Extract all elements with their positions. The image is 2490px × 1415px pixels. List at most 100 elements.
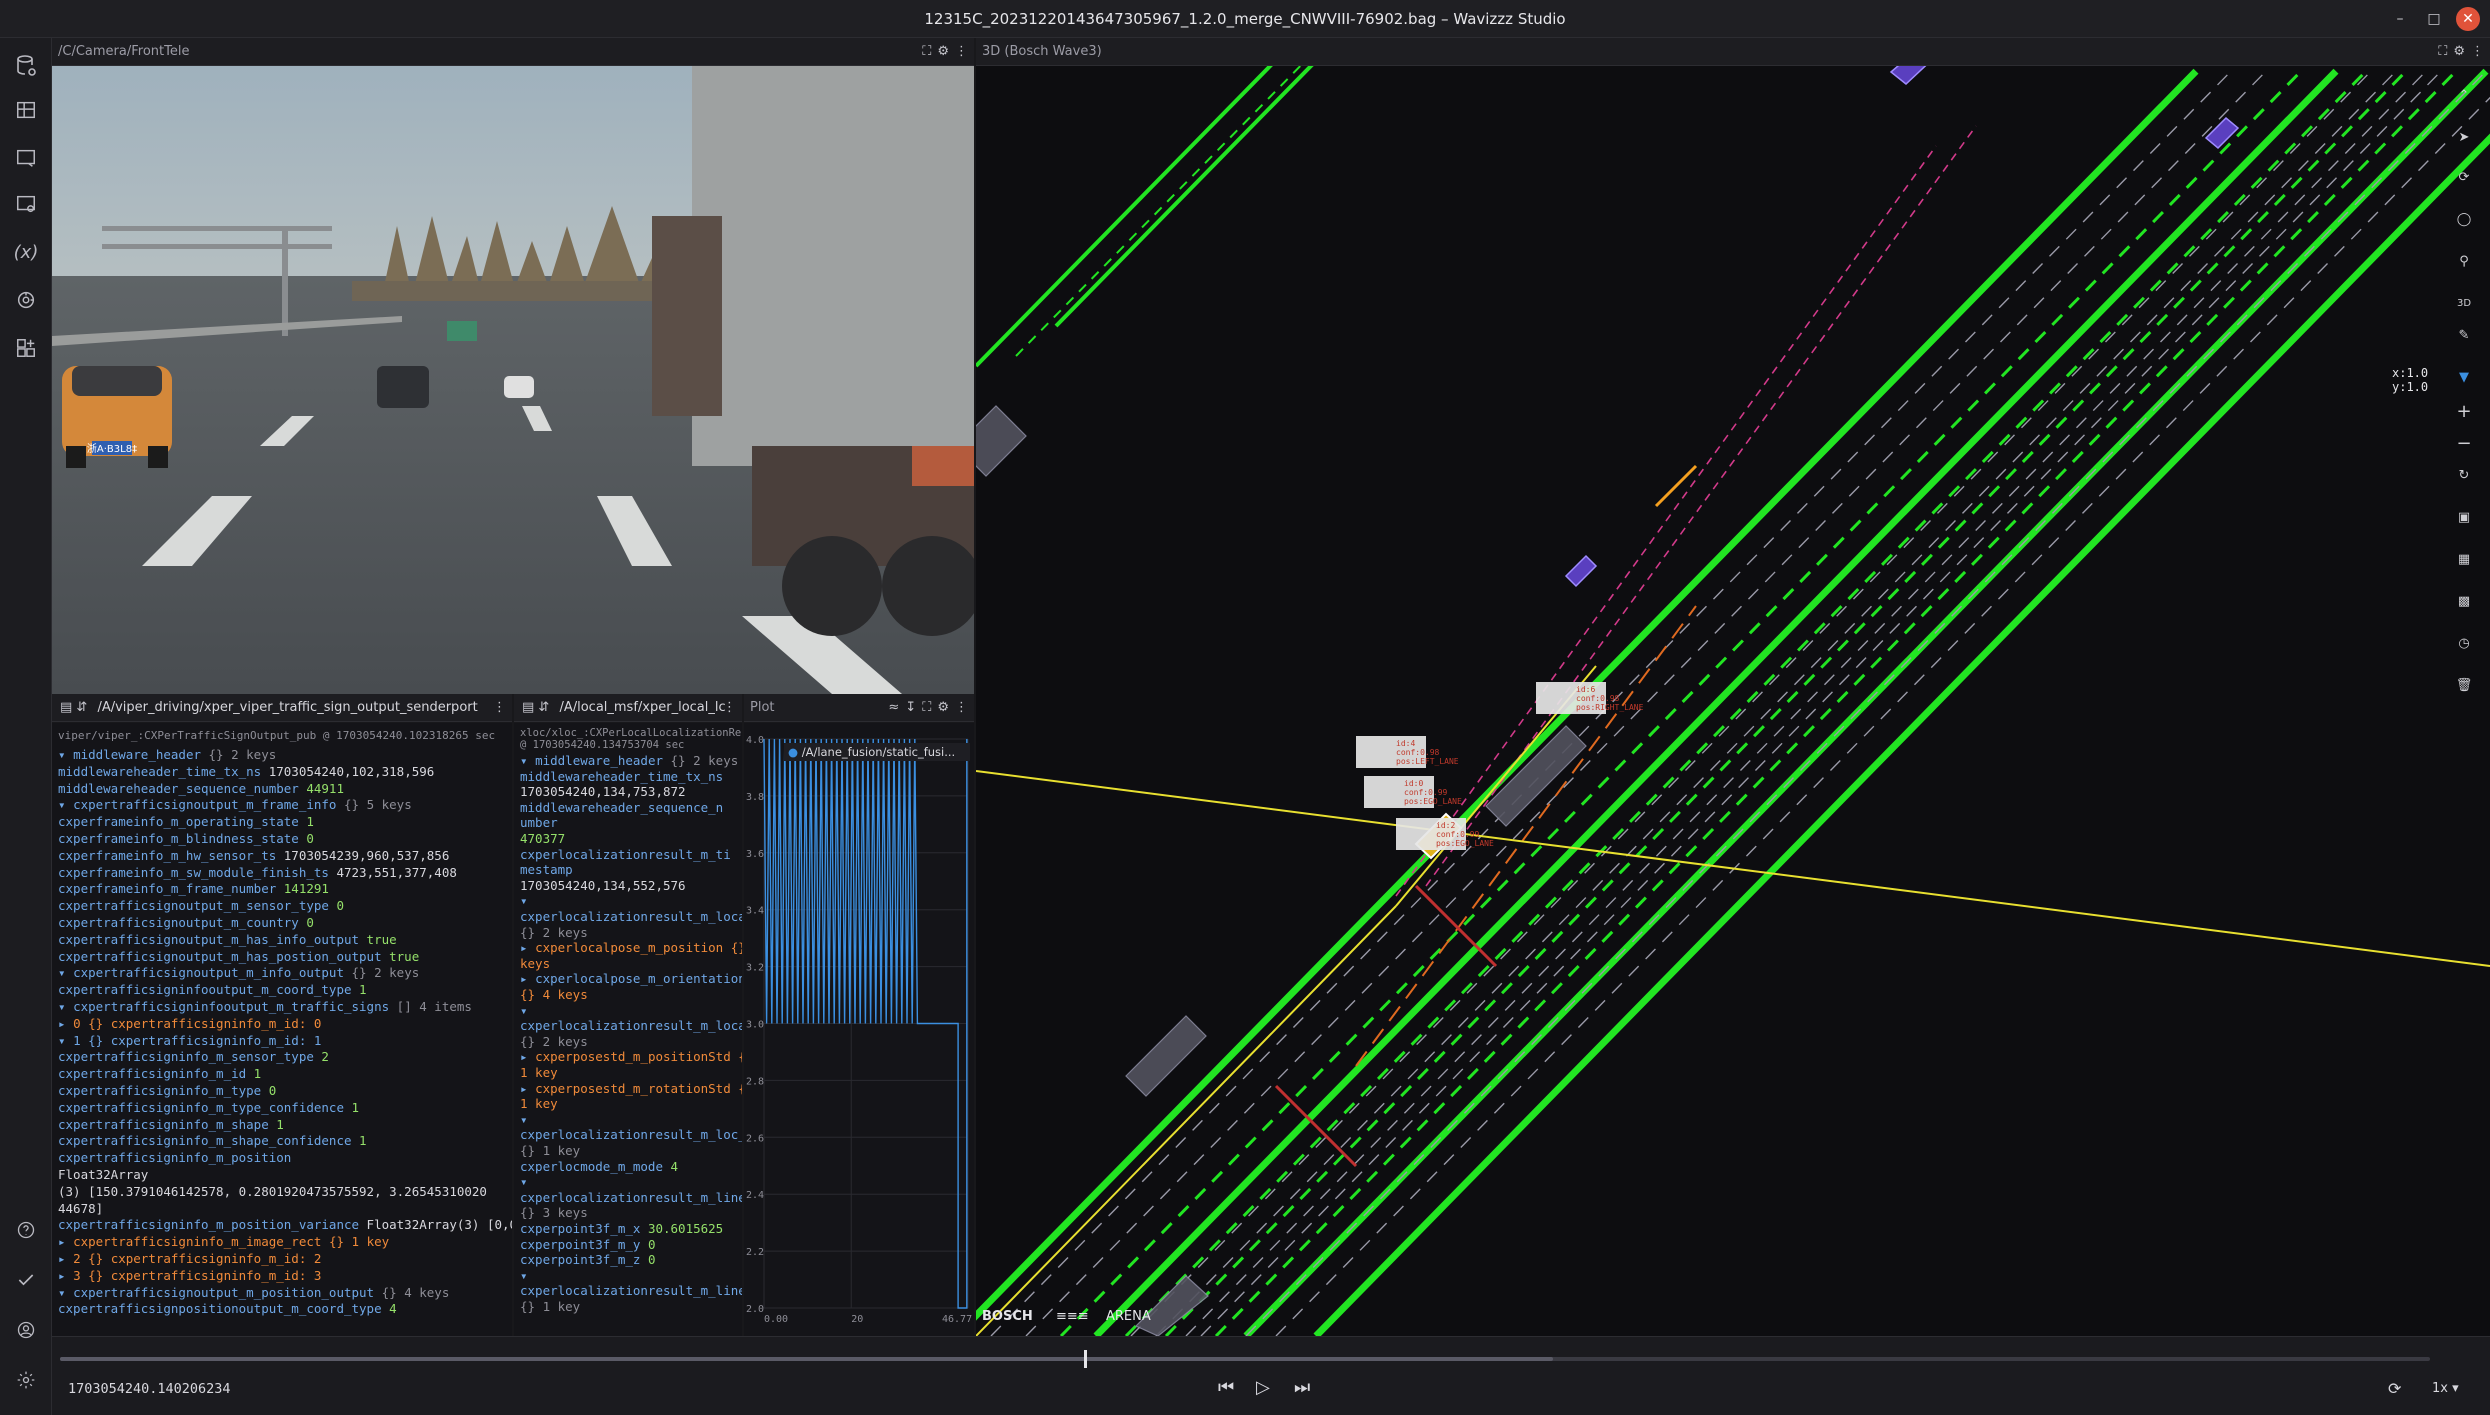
tree-row[interactable]: ▸ 0 {} cxpertrafficsigninfo_m_id: 0 — [58, 1016, 321, 1031]
tree-row[interactable]: ▸ cxpertrafficsigninfo_m_image_rect {} 1… — [58, 1234, 389, 1249]
more-icon[interactable]: ⋮ — [955, 694, 968, 722]
settings-gear-icon[interactable] — [10, 1364, 42, 1396]
tree-row[interactable]: ▾ 1 {} cxpertrafficsigninfo_m_id: 1 — [58, 1033, 321, 1048]
expand-arrow-icon[interactable]: ▾ — [58, 747, 73, 762]
pin-icon[interactable]: ▼ — [2440, 362, 2488, 392]
gear-icon[interactable]: ⚙ — [937, 38, 949, 66]
expand-arrow-icon[interactable]: ▾ — [58, 797, 73, 812]
more-icon[interactable]: ⋮ — [955, 38, 968, 66]
mouse-icon[interactable]: ◯ — [2440, 204, 2488, 234]
tree-key: 1703054240,134,753,872 — [520, 784, 686, 800]
panel-icon[interactable] — [10, 142, 42, 174]
plot-legend[interactable]: ● /A/lane_fusion/static_fusi... — [784, 743, 970, 761]
tree-row[interactable]: ▾ cxpertrafficsignoutput_m_info_output {… — [58, 965, 419, 980]
expand-arrow-icon[interactable]: ▸ — [520, 1081, 535, 1096]
loop-icon[interactable]: ⟳ — [2388, 1379, 2401, 1398]
grid-icon[interactable]: ▦ — [2440, 544, 2488, 574]
fullscreen-icon[interactable]: ⛶ — [922, 38, 931, 66]
view-3d-icon[interactable]: 3D — [2440, 288, 2488, 318]
close-button[interactable]: ✕ — [2456, 7, 2480, 31]
reset-view-icon[interactable]: ↻ — [2440, 460, 2488, 490]
tree-row[interactable]: ▾ middleware_header {} 2 keys — [520, 753, 738, 768]
gear-icon[interactable]: ⚙ — [2453, 38, 2465, 66]
raw-message-icon[interactable]: ▤ ⇵ — [52, 700, 87, 715]
play-icon[interactable]: ▷ — [1256, 1377, 1270, 1398]
raw-message-icon[interactable]: ▤ ⇵ — [514, 700, 549, 715]
tree-row[interactable]: ▾ — [520, 1112, 528, 1127]
zoom-in-icon[interactable]: + — [2440, 396, 2488, 426]
expand-arrow-icon[interactable]: ▸ — [58, 1016, 73, 1031]
playback-speed[interactable]: 1x ▾ — [2432, 1381, 2459, 1396]
expand-arrow-icon[interactable]: ▸ — [520, 1049, 535, 1064]
variables-icon[interactable]: (x) — [10, 236, 42, 268]
more-icon[interactable]: ⋮ — [2471, 38, 2484, 66]
data-source-icon[interactable] — [10, 50, 42, 82]
tree-row[interactable]: ▸ 3 {} cxpertrafficsigninfo_m_id: 3 — [58, 1268, 321, 1283]
expand-arrow-icon[interactable]: ▾ — [58, 965, 73, 980]
expand-arrow-icon[interactable]: ▾ — [520, 1003, 528, 1018]
expand-arrow-icon[interactable]: ▸ — [58, 1234, 73, 1249]
expand-arrow-icon[interactable]: ▾ — [520, 1112, 528, 1127]
fullscreen-icon[interactable]: ⛶ — [2438, 38, 2447, 66]
skip-forward-icon[interactable]: ⏭ — [1294, 1377, 1310, 1398]
layers-icon[interactable]: ▩ — [2440, 586, 2488, 616]
expand-arrow-icon[interactable]: ▸ — [520, 940, 535, 955]
zoom-out-icon[interactable]: − — [2440, 428, 2488, 458]
download-icon[interactable]: ↧ — [905, 694, 916, 722]
expand-arrow-icon[interactable]: ▸ — [58, 1251, 73, 1266]
tree-row[interactable]: ▾ cxpertrafficsignoutput_m_frame_info {}… — [58, 797, 412, 812]
select-tool-icon[interactable]: ➤ — [2440, 122, 2488, 152]
expand-arrow-icon[interactable]: ▾ — [58, 1285, 73, 1300]
layout-icon[interactable] — [10, 94, 42, 126]
expand-arrow-icon[interactable]: ▾ — [58, 1033, 73, 1048]
tree-row[interactable]: ▸ cxperposestd_m_rotationStd {} — [520, 1081, 742, 1096]
timeline-knob[interactable] — [1083, 1350, 1087, 1368]
extensions-icon[interactable] — [10, 284, 42, 316]
fullscreen-icon[interactable]: ⛶ — [922, 694, 931, 722]
tree-row[interactable]: ▾ — [520, 1174, 528, 1189]
tree-row[interactable]: ▾ middleware_header {} 2 keys — [58, 747, 276, 762]
expand-arrow-icon[interactable]: ▾ — [58, 999, 73, 1014]
expand-arrow-icon[interactable]: ▾ — [520, 753, 535, 768]
raw1-topic[interactable]: /A/viper_driving/xper_viper_traffic_sign… — [91, 700, 477, 715]
tree-row[interactable]: ▾ cxpertrafficsigninfooutput_m_traffic_s… — [58, 999, 472, 1014]
tree-row[interactable]: ▸ cxperlocalpose_m_position {} 3 — [520, 940, 742, 955]
trash-icon[interactable]: 🗑 — [2440, 670, 2488, 700]
add-panel-icon[interactable] — [10, 332, 42, 364]
more-icon[interactable]: ⋮ — [723, 694, 736, 722]
search-icon[interactable]: ⚲ — [2440, 246, 2488, 276]
expand-arrow-icon[interactable]: ▾ — [520, 1174, 528, 1189]
help-icon[interactable] — [10, 1214, 42, 1246]
lane-line — [976, 66, 1273, 368]
expand-arrow-icon[interactable]: ▾ — [520, 1268, 528, 1283]
threed-view[interactable]: id:4 conf:0.98 pos:LEFT_LANE id:6 conf:0.98 p… — [976, 66, 2490, 1336]
chart-icon[interactable]: ≈ — [888, 694, 899, 722]
skip-back-icon[interactable]: ⏮ — [1218, 1377, 1234, 1398]
tree-row[interactable]: ▸ 2 {} cxpertrafficsigninfo_m_id: 2 — [58, 1251, 321, 1266]
check-icon[interactable] — [10, 1264, 42, 1296]
maximize-button[interactable]: □ — [2422, 7, 2446, 31]
tree-row[interactable]: ▾ cxpertrafficsignoutput_m_position_outp… — [58, 1285, 449, 1300]
expand-arrow-icon[interactable]: ▸ — [58, 1268, 73, 1283]
collapse-icon[interactable]: ⌃ — [2440, 80, 2488, 110]
tree-row[interactable]: ▸ cxperlocalpose_m_orientation — [520, 971, 742, 986]
map-icon[interactable]: ▣ — [2440, 502, 2488, 532]
clock-icon[interactable]: ◷ — [2440, 628, 2488, 658]
plot-panel[interactable]: 4.0 3.8 3.6 3.4 3.2 3.0 2.8 2.6 2.4 2.2 2.0 0.00 20 4… — [744, 723, 974, 1336]
tree-row[interactable]: ▾ — [520, 1003, 528, 1018]
ruler-icon[interactable]: ✎ — [2440, 320, 2488, 350]
tree-row[interactable]: ▾ — [520, 893, 528, 908]
rotate-icon[interactable]: ⟳ — [2440, 162, 2488, 192]
tree-row[interactable]: ▸ cxperposestd_m_positionStd {} — [520, 1049, 742, 1064]
raw2-topic[interactable]: /A/local_msf/xper_local_lc — [553, 700, 725, 715]
expand-arrow-icon[interactable]: ▸ — [520, 971, 535, 986]
expand-arrow-icon[interactable]: ▾ — [520, 893, 528, 908]
account-icon[interactable] — [10, 1314, 42, 1346]
timeline-scrubber[interactable] — [60, 1350, 2430, 1368]
gear-icon[interactable]: ⚙ — [937, 694, 949, 722]
panel-settings-icon[interactable] — [10, 188, 42, 220]
more-icon[interactable]: ⋮ — [493, 694, 506, 722]
plot-chart[interactable]: 4.0 3.8 3.6 3.4 3.2 3.0 2.8 2.6 2.4 2.2 2.00.00 20 4… — [744, 723, 974, 1336]
tree-row[interactable]: ▾ — [520, 1268, 528, 1283]
minimize-button[interactable]: – — [2388, 7, 2412, 31]
